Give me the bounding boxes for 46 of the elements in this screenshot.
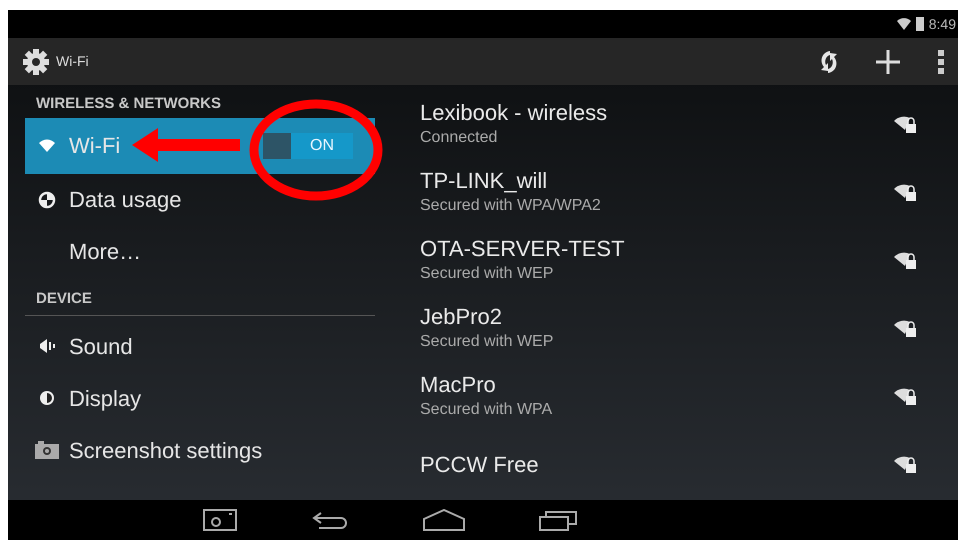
item-label: Sound xyxy=(69,332,133,360)
wifi-signal-icon xyxy=(896,18,911,30)
network-status: Secured with WPA xyxy=(420,400,554,420)
network-status: Secured with WPA/WPA2 xyxy=(420,196,602,216)
item-label: Wi-Fi xyxy=(69,132,120,160)
settings-icon xyxy=(22,48,50,76)
network-name[interactable]: PCCW Free xyxy=(420,452,894,478)
recent-apps-icon[interactable] xyxy=(539,509,577,531)
pie-chart-icon xyxy=(38,190,56,208)
item-label: Display xyxy=(69,384,142,413)
status-time: 8:49 xyxy=(928,14,956,34)
network-name[interactable]: MacPro xyxy=(420,372,894,398)
settings-item[interactable]: Display xyxy=(25,372,375,424)
wifi-lock-icon xyxy=(894,388,918,406)
network-name[interactable]: TP-LINK_will xyxy=(420,168,894,194)
section-header: DEVICE xyxy=(25,286,375,316)
wifi-lock-icon xyxy=(894,456,918,474)
settings-item[interactable]: Data usage xyxy=(25,174,375,226)
item-label: Data usage xyxy=(69,186,182,214)
network-status: Secured with WEP xyxy=(420,264,554,284)
wifi-lock-icon xyxy=(894,320,918,338)
speaker-icon xyxy=(38,337,56,355)
screenshot-icon[interactable] xyxy=(203,509,237,531)
overflow-menu-icon[interactable] xyxy=(938,50,944,74)
item-label: Screenshot settings xyxy=(69,436,262,465)
wifi-lock-icon xyxy=(894,116,918,134)
camera-icon xyxy=(35,441,59,459)
add-icon[interactable] xyxy=(874,48,902,76)
network-name[interactable]: JebPro2 xyxy=(420,304,894,330)
item-label: More… xyxy=(69,238,142,266)
screen-title: Wi-Fi xyxy=(56,52,89,71)
back-icon[interactable] xyxy=(311,510,349,530)
wifi-icon xyxy=(38,138,56,153)
network-name[interactable]: Lexibook - wireless xyxy=(420,100,894,126)
network-status: Connected xyxy=(420,128,498,148)
settings-item[interactable]: Sound xyxy=(25,320,375,372)
battery-icon xyxy=(916,17,924,31)
brightness-icon xyxy=(38,389,56,407)
network-name[interactable]: OTA-SERVER-TEST xyxy=(420,236,894,262)
section-header: WIRELESS & NETWORKS xyxy=(35,94,222,114)
wifi-lock-icon xyxy=(894,184,918,202)
network-status: Secured with WEP xyxy=(420,332,554,352)
home-icon[interactable] xyxy=(423,509,465,531)
settings-item[interactable]: More… xyxy=(25,226,375,278)
wifi-lock-icon xyxy=(894,252,918,270)
settings-item[interactable]: Screenshot settings xyxy=(25,424,375,476)
